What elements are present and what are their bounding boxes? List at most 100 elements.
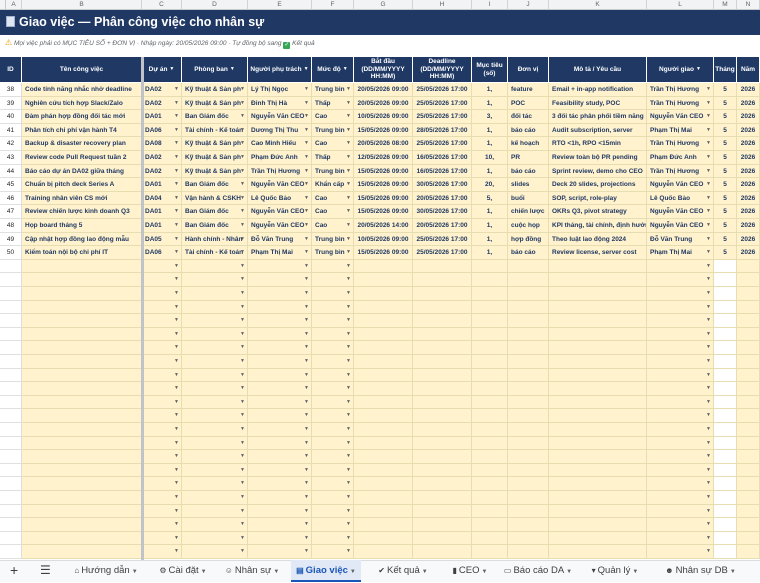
chevron-down-icon[interactable]: ▼ xyxy=(482,569,488,575)
cell-duan[interactable]: DA02 ▼ xyxy=(142,96,182,111)
empty-cell-nam[interactable] xyxy=(737,382,760,396)
cell-muctieu[interactable]: 3, xyxy=(472,110,508,124)
dropdown-arrow-icon[interactable]: ▼ xyxy=(706,464,711,477)
chevron-down-icon[interactable]: ▼ xyxy=(201,569,207,575)
filter-arrow-icon[interactable]: ▼ xyxy=(696,66,701,74)
dropdown-arrow-icon[interactable]: ▼ xyxy=(706,219,711,232)
dropdown-arrow-icon[interactable]: ▼ xyxy=(174,165,179,178)
cell-phongban[interactable]: Kỹ thuật & Sản ph ▼ xyxy=(182,164,248,179)
chevron-down-icon[interactable]: ▼ xyxy=(273,569,279,575)
empty-cell-mota[interactable] xyxy=(549,259,647,274)
cell-batdau[interactable]: 15/05/2026 09:00 xyxy=(354,246,413,260)
empty-cell-ten[interactable] xyxy=(22,409,142,423)
cell-phongban[interactable]: Tài chính - Kế toán ▼ xyxy=(182,246,248,260)
cell-duan[interactable]: DA06 ▼ xyxy=(142,246,182,260)
dropdown-arrow-icon[interactable]: ▼ xyxy=(174,532,179,545)
cell-ten[interactable]: Review code Pull Request tuần 2 xyxy=(22,151,142,165)
empty-cell-nguoi[interactable]: ▼ xyxy=(248,518,312,532)
dropdown-arrow-icon[interactable]: ▼ xyxy=(346,409,351,422)
empty-cell-nguoigiao[interactable]: ▼ xyxy=(647,314,714,328)
empty-cell-donvi[interactable] xyxy=(508,463,549,478)
empty-cell-duan[interactable]: ▼ xyxy=(142,327,182,342)
dropdown-arrow-icon[interactable]: ▼ xyxy=(174,97,179,110)
cell-muctieu[interactable]: 1, xyxy=(472,83,508,97)
cell-deadline[interactable]: 28/05/2026 17:00 xyxy=(413,123,472,138)
empty-cell-duan[interactable]: ▼ xyxy=(142,477,182,491)
dropdown-arrow-icon[interactable]: ▼ xyxy=(706,328,711,341)
dropdown-arrow-icon[interactable]: ▼ xyxy=(346,246,351,259)
empty-cell-nam[interactable] xyxy=(737,518,760,532)
cell-nguoi[interactable]: Lê Quốc Bảo ▼ xyxy=(248,191,312,206)
empty-cell-mucdo[interactable]: ▼ xyxy=(312,259,354,274)
dropdown-arrow-icon[interactable]: ▼ xyxy=(346,464,351,477)
empty-cell-muctieu[interactable] xyxy=(472,355,508,369)
empty-cell-ten[interactable] xyxy=(22,314,142,328)
cell-donvi[interactable]: chiến lược xyxy=(508,205,549,219)
column-header-j[interactable]: J xyxy=(508,0,549,10)
dropdown-arrow-icon[interactable]: ▼ xyxy=(174,369,179,382)
cell-deadline[interactable]: 25/05/2026 17:00 xyxy=(413,232,472,247)
empty-cell-nam[interactable] xyxy=(737,423,760,437)
cell-nguoi[interactable]: Nguyễn Văn CEO ▼ xyxy=(248,205,312,219)
header-donvi[interactable]: Đơn vị xyxy=(508,57,549,82)
cell-nguoi[interactable]: Nguyễn Văn CEO ▼ xyxy=(248,110,312,124)
dropdown-arrow-icon[interactable]: ▼ xyxy=(174,110,179,123)
dropdown-arrow-icon[interactable]: ▼ xyxy=(240,124,245,137)
empty-cell-mota[interactable] xyxy=(549,382,647,396)
dropdown-arrow-icon[interactable]: ▼ xyxy=(706,273,711,286)
empty-cell-nguoi[interactable]: ▼ xyxy=(248,382,312,396)
empty-cell-duan[interactable]: ▼ xyxy=(142,409,182,423)
cell-thang[interactable]: 5 xyxy=(714,151,737,165)
empty-cell-batdau[interactable] xyxy=(354,463,413,478)
cell-nguoi[interactable]: Đinh Thị Hà ▼ xyxy=(248,96,312,111)
cell-deadline[interactable]: 30/05/2026 17:00 xyxy=(413,178,472,192)
empty-cell-mucdo[interactable]: ▼ xyxy=(312,409,354,423)
dropdown-arrow-icon[interactable]: ▼ xyxy=(240,423,245,436)
cell-nam[interactable]: 2026 xyxy=(737,164,760,179)
cell-nam[interactable]: 2026 xyxy=(737,83,760,97)
empty-cell-donvi[interactable] xyxy=(508,300,549,315)
column-header-n[interactable]: N xyxy=(737,0,760,10)
empty-cell-phongban[interactable]: ▼ xyxy=(182,327,248,342)
empty-cell-batdau[interactable] xyxy=(354,477,413,491)
cell-thang[interactable]: 5 xyxy=(714,232,737,247)
dropdown-arrow-icon[interactable]: ▼ xyxy=(304,287,309,300)
dropdown-arrow-icon[interactable]: ▼ xyxy=(346,396,351,409)
cell-muctieu[interactable]: 20, xyxy=(472,178,508,192)
empty-cell-nguoi[interactable]: ▼ xyxy=(248,504,312,519)
dropdown-arrow-icon[interactable]: ▼ xyxy=(304,328,309,341)
dropdown-arrow-icon[interactable]: ▼ xyxy=(174,178,179,191)
dropdown-arrow-icon[interactable]: ▼ xyxy=(240,532,245,545)
dropdown-arrow-icon[interactable]: ▼ xyxy=(346,437,351,450)
empty-cell-phongban[interactable]: ▼ xyxy=(182,409,248,423)
empty-cell-muctieu[interactable] xyxy=(472,314,508,328)
cell-muctieu[interactable]: 5, xyxy=(472,191,508,206)
dropdown-arrow-icon[interactable]: ▼ xyxy=(240,205,245,218)
dropdown-arrow-icon[interactable]: ▼ xyxy=(240,328,245,341)
header-nguoi[interactable]: Người phụ trách ▼ xyxy=(248,57,312,82)
cell-ten[interactable]: Phân tích chi phí vận hành T4 xyxy=(22,123,142,138)
dropdown-arrow-icon[interactable]: ▼ xyxy=(304,355,309,368)
cell-ten[interactable]: Chuẩn bị pitch deck Series A xyxy=(22,178,142,192)
dropdown-arrow-icon[interactable]: ▼ xyxy=(174,423,179,436)
empty-cell-muctieu[interactable] xyxy=(472,259,508,274)
empty-cell-ten[interactable] xyxy=(22,504,142,519)
empty-cell-duan[interactable]: ▼ xyxy=(142,436,182,451)
dropdown-arrow-icon[interactable]: ▼ xyxy=(346,314,351,327)
dropdown-arrow-icon[interactable]: ▼ xyxy=(346,178,351,191)
empty-cell-nguoigiao[interactable]: ▼ xyxy=(647,327,714,342)
dropdown-arrow-icon[interactable]: ▼ xyxy=(346,137,351,150)
cell-deadline[interactable]: 25/05/2026 17:00 xyxy=(413,137,472,151)
cell-mota[interactable]: Deck 20 slides, projections xyxy=(549,178,647,192)
empty-cell-batdau[interactable] xyxy=(354,423,413,437)
empty-cell-phongban[interactable]: ▼ xyxy=(182,259,248,274)
filter-arrow-icon[interactable]: ▼ xyxy=(169,66,174,74)
empty-cell-nam[interactable] xyxy=(737,409,760,423)
cell-nguoigiao[interactable]: Nguyễn Văn CEO ▼ xyxy=(647,178,714,192)
empty-cell-muctieu[interactable] xyxy=(472,436,508,451)
cell-donvi[interactable]: kế hoạch xyxy=(508,137,549,151)
empty-cell-nam[interactable] xyxy=(737,504,760,519)
dropdown-arrow-icon[interactable]: ▼ xyxy=(174,437,179,450)
cell-thang[interactable]: 5 xyxy=(714,191,737,206)
dropdown-arrow-icon[interactable]: ▼ xyxy=(346,518,351,531)
